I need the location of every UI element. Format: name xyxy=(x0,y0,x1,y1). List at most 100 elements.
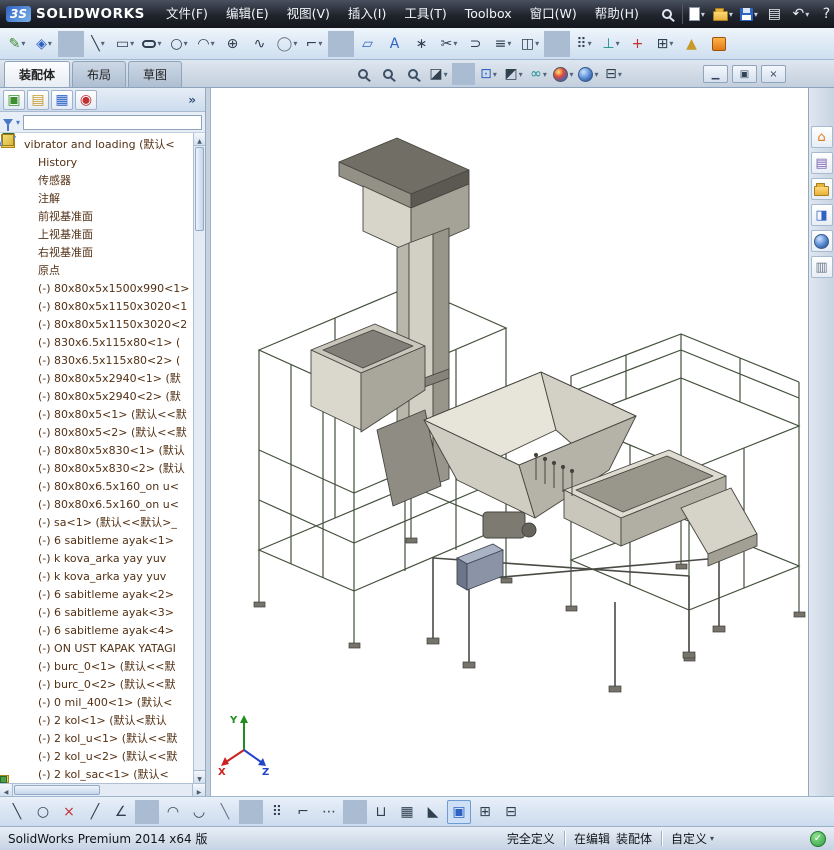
sketch-circle-icon[interactable]: ○ xyxy=(31,800,55,824)
tree-item[interactable]: (-) 80x80x5x2940<1> (默 xyxy=(0,369,205,387)
edit-appearance-icon[interactable]: ▾ xyxy=(552,63,575,85)
tree-item[interactable]: (-) 6 sabitleme ayak<1> xyxy=(0,531,205,549)
tree-item[interactable]: (-) 80x80x6.5x160_on u< xyxy=(0,477,205,495)
undo-icon[interactable]: ↶ ▾ xyxy=(789,2,813,26)
filter-input[interactable] xyxy=(23,114,202,130)
tree-item[interactable]: (-) k kova_arka yay yuv xyxy=(0,549,205,567)
tree-item[interactable]: (-) sa<1> (默认<<默认>_ xyxy=(0,513,205,531)
menu-item[interactable]: 工具(T) xyxy=(395,0,455,28)
hide-show-items-icon[interactable]: ∞ ▾ xyxy=(527,63,550,85)
corner-snap-icon[interactable]: ⌐ xyxy=(291,800,315,824)
bottombar-separator[interactable] xyxy=(343,799,367,824)
apply-scene-icon[interactable]: ▾ xyxy=(577,63,600,85)
scroll-right-button[interactable] xyxy=(192,784,205,796)
display-style-icon[interactable]: ◩ ▾ xyxy=(502,63,525,85)
menu-item[interactable]: 视图(V) xyxy=(278,0,339,28)
tree-item[interactable]: (-) 2 kol_u<1> (默认<<默 xyxy=(0,729,205,747)
previous-view-icon[interactable] xyxy=(402,63,425,85)
convert-entities-icon[interactable]: ⊃ xyxy=(463,31,489,57)
tree-item[interactable]: (-) burc_0<2> (默认<<默 xyxy=(0,675,205,693)
delete-relation-icon[interactable]: × xyxy=(57,800,81,824)
bottombar-separator[interactable] xyxy=(239,799,263,824)
bottombar-separator[interactable] xyxy=(135,799,159,824)
spline-icon[interactable]: ∿ xyxy=(247,31,273,57)
smart-dimension-icon[interactable]: ◈ ▾ xyxy=(31,31,57,57)
scrollbar-thumb[interactable] xyxy=(195,147,204,231)
configurationmanager-tab-icon[interactable]: ▦ xyxy=(51,89,73,110)
tree-item[interactable]: 注解 xyxy=(0,189,205,207)
tree-item[interactable]: (-) 830x6.5x115x80<2> ( xyxy=(0,351,205,369)
snap-points-icon[interactable]: ⠿ xyxy=(265,800,289,824)
minimize-button[interactable]: ▁ xyxy=(703,65,728,83)
tree-item[interactable]: (-) 80x80x5x1500x990<1> (默 xyxy=(0,279,205,297)
headsup-separator[interactable] xyxy=(452,63,475,85)
sketch-line-icon[interactable]: ╲ xyxy=(5,800,29,824)
new-document-icon[interactable]: ▾ xyxy=(685,2,709,26)
more-snaps-icon[interactable]: ⋯ xyxy=(317,800,341,824)
status-custom-button[interactable]: 自定义 xyxy=(671,830,707,847)
arc-tool-icon[interactable]: ◠ xyxy=(161,800,185,824)
viewport-split-icon[interactable]: ⊞ xyxy=(473,800,497,824)
perimeter-circle-icon[interactable]: ⊕ xyxy=(220,31,246,57)
design-library-icon[interactable]: ▤ xyxy=(810,152,833,174)
filter-dropdown-icon[interactable]: ▾ xyxy=(16,118,20,127)
sketch-diagonal-icon[interactable]: ╱ xyxy=(83,800,107,824)
commandmanager-tab[interactable]: 草图 xyxy=(128,61,183,87)
tree-item[interactable]: 上视基准面 xyxy=(0,225,205,243)
menu-item[interactable]: 帮助(H) xyxy=(586,0,648,28)
status-custom-caret-icon[interactable]: ▾ xyxy=(710,834,714,843)
tree-item[interactable]: (-) 830x6.5x115x80<1> ( xyxy=(0,333,205,351)
help-icon[interactable]: ? xyxy=(815,2,834,26)
slot-icon[interactable]: ▾ xyxy=(139,31,165,57)
close-button[interactable]: × xyxy=(761,65,786,83)
tree-item[interactable]: (-) 80x80x5x830<1> (默认 xyxy=(0,441,205,459)
custom-properties-icon[interactable]: ▥ xyxy=(810,256,833,278)
print-icon[interactable]: ▤ xyxy=(763,2,787,26)
file-explorer-icon[interactable] xyxy=(810,178,833,200)
tree-item[interactable]: History xyxy=(0,153,205,171)
centerline-icon[interactable]: ╲ xyxy=(213,800,237,824)
tree-item[interactable]: (-) 80x80x5x1150x3020<2 xyxy=(0,315,205,333)
commandmanager-tab[interactable]: 装配体 xyxy=(4,61,71,87)
tree-item[interactable]: (-) 6 sabitleme ayak<2> xyxy=(0,585,205,603)
tree-item[interactable]: (-) k kova_arka yay yuv xyxy=(0,567,205,585)
offset-entities-icon[interactable]: ≡ ▾ xyxy=(490,31,516,57)
appearances-icon[interactable] xyxy=(810,230,833,252)
menu-item[interactable]: 编辑(E) xyxy=(217,0,278,28)
scrollbar-thumb[interactable] xyxy=(14,785,100,795)
arc-icon[interactable]: ◠ ▾ xyxy=(193,31,219,57)
line-icon[interactable]: ╲ ▾ xyxy=(85,31,111,57)
rectangle-icon[interactable]: ▭ ▾ xyxy=(112,31,138,57)
sketch-options-icon[interactable] xyxy=(706,31,732,57)
toolbar-separator[interactable] xyxy=(58,30,84,57)
tree-item[interactable]: 原点 xyxy=(0,261,205,279)
graphics-viewport[interactable]: Y X Z xyxy=(211,88,808,796)
rapid-sketch-icon[interactable]: ▲ xyxy=(679,31,705,57)
circle-icon[interactable]: ○ ▾ xyxy=(166,31,192,57)
view-palette-icon[interactable]: ◨ xyxy=(810,204,833,226)
tree-item[interactable]: (-) 80x80x5x2940<2> (默 xyxy=(0,387,205,405)
fillet-icon[interactable]: ⌐ ▾ xyxy=(301,31,327,57)
propertymanager-tab-icon[interactable]: ▤ xyxy=(27,89,49,110)
grid-icon[interactable]: ▦ xyxy=(395,800,419,824)
text-icon[interactable]: A xyxy=(382,31,408,57)
tree-item[interactable]: (-) 2 kol_sac<1> (默认< xyxy=(0,765,205,783)
section-view-icon[interactable]: ◪ ▾ xyxy=(427,63,450,85)
tree-item[interactable]: (-) 2 kol<1> (默认<默认 xyxy=(0,711,205,729)
tree-item[interactable]: (-) 2 kol_u<2> (默认<<默 xyxy=(0,747,205,765)
scroll-up-button[interactable] xyxy=(194,133,205,146)
restore-button[interactable]: ▣ xyxy=(732,65,757,83)
zoom-fit-icon[interactable] xyxy=(352,63,375,85)
toolbar-separator[interactable] xyxy=(544,30,570,57)
open-icon[interactable]: ▾ xyxy=(711,2,735,26)
tree-item[interactable]: (-) 80x80x5x1150x3020<1 xyxy=(0,297,205,315)
featuremanager-tab-icon[interactable]: ▣ xyxy=(3,89,25,110)
menu-item[interactable]: 文件(F) xyxy=(157,0,217,28)
menu-item[interactable]: Toolbox xyxy=(456,0,521,28)
tree-item[interactable]: (-) 80x80x5x830<2> (默认 xyxy=(0,459,205,477)
quick-snaps-icon[interactable]: ⊞ ▾ xyxy=(652,31,678,57)
tree-item[interactable]: vibrator and loading (默认< xyxy=(0,135,205,153)
viewport-single-icon[interactable]: ⊟ xyxy=(499,800,523,824)
linear-pattern-icon[interactable]: ⠿ ▾ xyxy=(571,31,597,57)
display-relations-icon[interactable]: ⊥ ▾ xyxy=(598,31,624,57)
